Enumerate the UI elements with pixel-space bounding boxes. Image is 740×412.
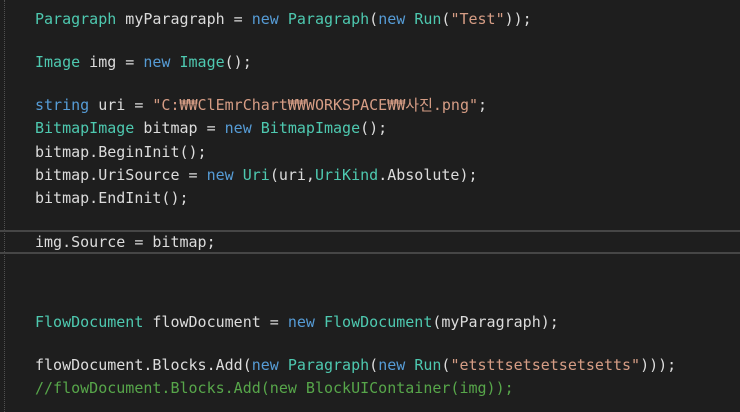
identifier-token — [279, 356, 288, 374]
identifier-token: uri = — [89, 96, 153, 114]
identifier-token: img = — [80, 53, 144, 71]
identifier-token: (myParagraph); — [432, 313, 559, 331]
code-line[interactable]: Image img = new Image(); — [35, 51, 252, 73]
code-line[interactable]: FlowDocument flowDocument = new FlowDocu… — [35, 311, 559, 333]
identifier-token: ( — [369, 356, 379, 374]
identifier-token — [279, 10, 288, 28]
identifier-token: (); — [224, 53, 252, 71]
identifier-token: (); — [360, 119, 388, 137]
identifier-token: flowDocument.Blocks.Add( — [35, 356, 252, 374]
comment-token: //flowDocument.Blocks.Add(new BlockUICon… — [35, 379, 514, 397]
type-token: Image — [179, 53, 225, 71]
code-line[interactable]: bitmap.UriSource = new Uri(uri,UriKind.A… — [35, 164, 478, 186]
identifier-token: flowDocument = — [143, 313, 288, 331]
type-token: Paragraph — [287, 10, 370, 28]
keyword-token: new — [206, 166, 234, 184]
code-line[interactable]: flowDocument.Blocks.Add(new Paragraph(ne… — [35, 354, 676, 376]
identifier-token — [315, 313, 324, 331]
identifier-token: )); — [504, 10, 532, 28]
identifier-token: ( — [369, 10, 379, 28]
type-token: Uri — [242, 166, 270, 184]
type-token: FlowDocument — [35, 313, 144, 331]
type-token: Paragraph — [287, 356, 370, 374]
code-line[interactable]: //flowDocument.Blocks.Add(new BlockUICon… — [35, 377, 514, 399]
identifier-token: bitmap.EndInit(); — [35, 189, 189, 207]
keyword-token: new — [378, 356, 406, 374]
identifier-token: ; — [478, 96, 488, 114]
type-token: BitmapImage — [260, 119, 361, 137]
identifier-token: .Absolute); — [378, 166, 478, 184]
type-token: Run — [414, 356, 442, 374]
code-line[interactable]: Paragraph myParagraph = new Paragraph(ne… — [35, 8, 532, 30]
type-token: Run — [414, 10, 442, 28]
identifier-token: bitmap.BeginInit(); — [35, 143, 207, 161]
keyword-token: new — [287, 313, 315, 331]
identifier-token — [170, 53, 179, 71]
code-line[interactable]: BitmapImage bitmap = new BitmapImage(); — [35, 117, 387, 139]
keyword-token: new — [224, 119, 252, 137]
identifier-token — [405, 10, 414, 28]
identifier-token — [405, 356, 414, 374]
type-token: BitmapImage — [35, 119, 135, 137]
identifier-token — [234, 166, 243, 184]
string-token: "C:₩₩ClEmrChart₩₩WORKSPACE₩₩사진.png" — [152, 96, 479, 114]
type-token: FlowDocument — [324, 313, 433, 331]
indent-guide — [4, 0, 5, 412]
identifier-token: ))); — [640, 356, 677, 374]
type-token: Paragraph — [35, 10, 117, 28]
code-line[interactable]: string uri = "C:₩₩ClEmrChart₩₩WORKSPACE₩… — [35, 94, 487, 116]
identifier-token: bitmap = — [134, 119, 225, 137]
keyword-token: new — [143, 53, 171, 71]
identifier-token: img.Source = bitmap; — [35, 233, 216, 251]
type-token: UriKind — [314, 166, 379, 184]
code-line[interactable]: bitmap.BeginInit(); — [35, 141, 207, 163]
string-token: "etsttsetsetsetsetts" — [450, 356, 641, 374]
keyword-token: string — [35, 96, 90, 114]
string-token: "Test" — [450, 10, 505, 28]
code-line[interactable]: img.Source = bitmap; — [35, 231, 216, 253]
identifier-token: (uri, — [269, 166, 315, 184]
keyword-token: new — [378, 10, 406, 28]
identifier-token: myParagraph = — [116, 10, 252, 28]
keyword-token: new — [251, 356, 279, 374]
code-line[interactable]: bitmap.EndInit(); — [35, 187, 189, 209]
keyword-token: new — [251, 10, 279, 28]
code-editor[interactable]: Paragraph myParagraph = new Paragraph(ne… — [0, 0, 740, 412]
identifier-token: bitmap.UriSource = — [35, 166, 207, 184]
type-token: Image — [35, 53, 81, 71]
identifier-token — [252, 119, 261, 137]
